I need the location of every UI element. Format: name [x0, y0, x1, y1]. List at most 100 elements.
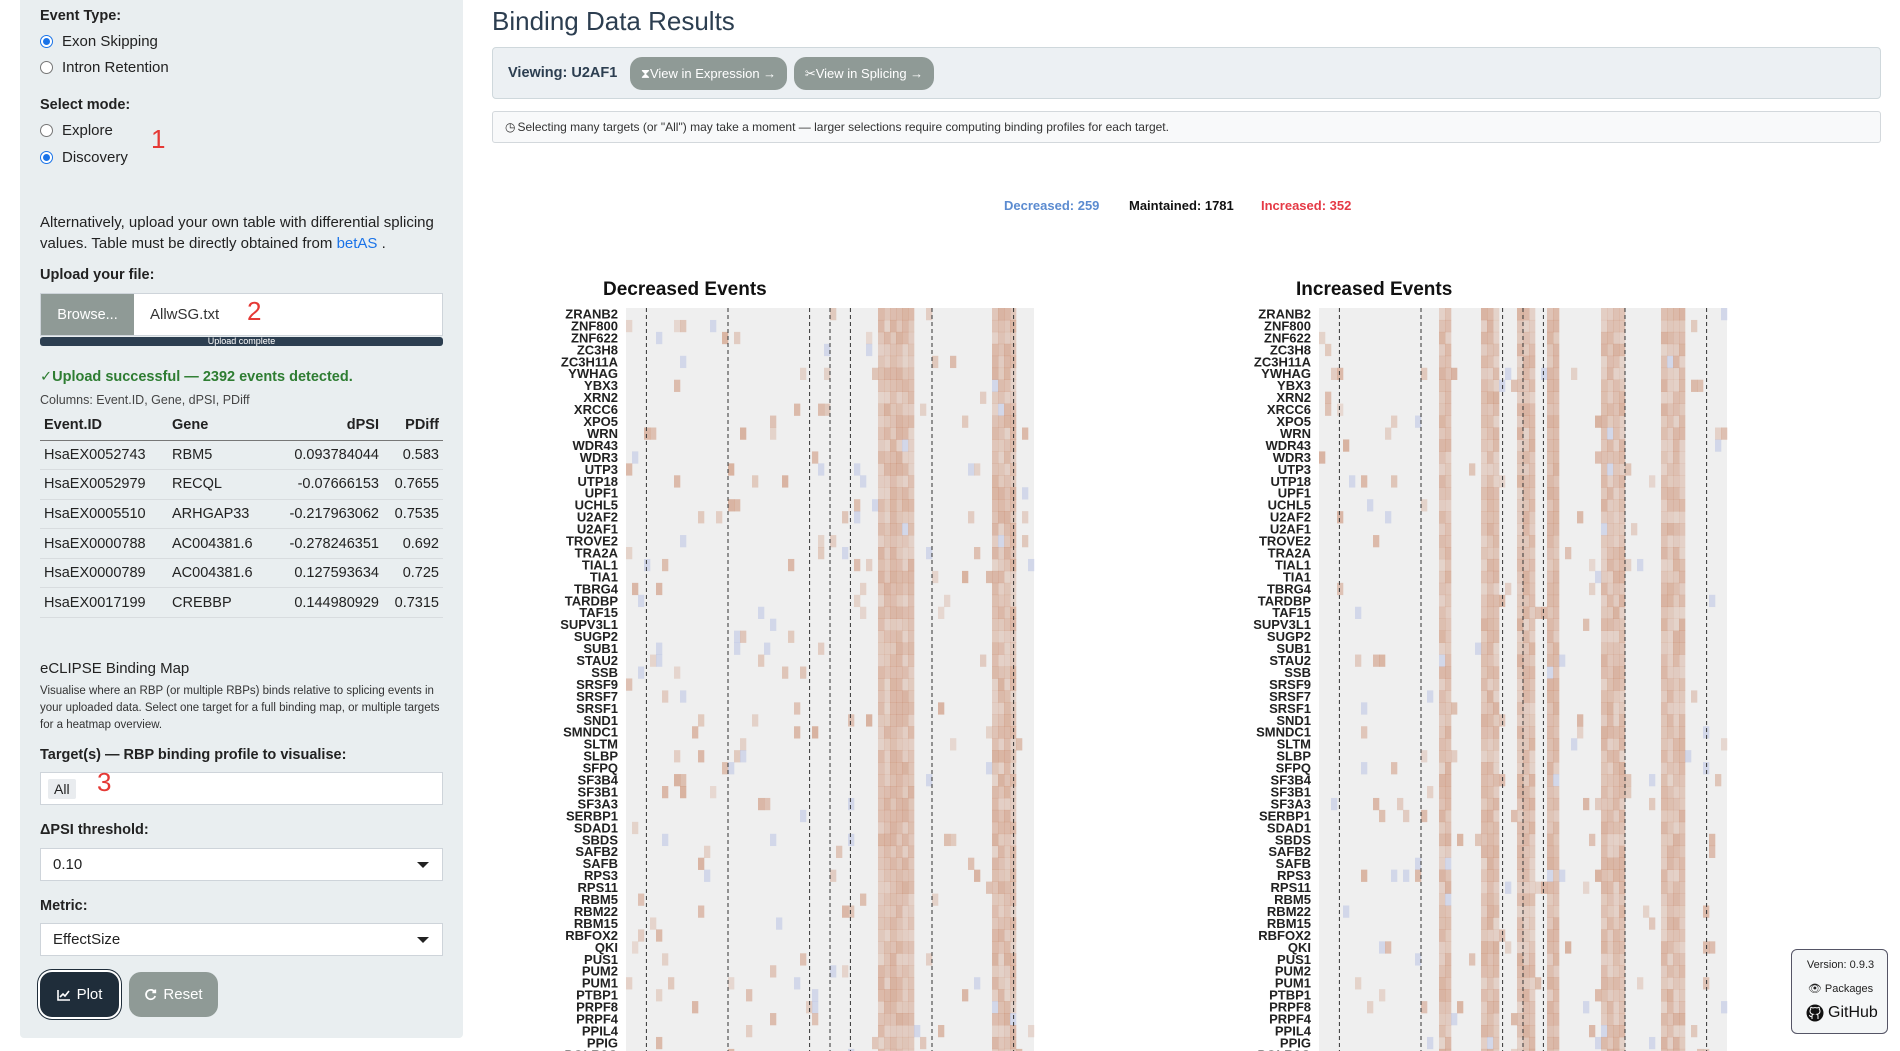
heatmap-cell	[992, 833, 999, 847]
heatmap-cell	[926, 953, 933, 966]
heatmap-cell	[1661, 762, 1668, 775]
cell: HsaEX0052743	[40, 440, 168, 471]
heatmap-cell	[1487, 1013, 1494, 1026]
heatmap-cell	[896, 1001, 903, 1014]
heatmap-cell	[872, 367, 879, 380]
heatmap-cell	[1601, 618, 1608, 631]
heatmap-cell	[1439, 654, 1446, 667]
heatmap-cell	[656, 642, 663, 655]
heatmap-cell	[1004, 762, 1011, 775]
heatmap-cell	[866, 558, 873, 572]
file-upload[interactable]: Browse... AllwSG.txt	[40, 293, 443, 336]
heatmap-cell	[1523, 893, 1530, 906]
heatmap-cell	[1679, 797, 1686, 811]
heatmap-cell	[884, 857, 891, 870]
heatmap-cell	[1601, 331, 1608, 345]
heatmap-cell	[1529, 367, 1536, 380]
heatmap-cell	[674, 774, 681, 787]
heatmap-cell	[1445, 331, 1452, 345]
heatmap-cell	[908, 355, 915, 369]
heatmap-cell	[770, 833, 777, 847]
heatmap-cell	[1613, 582, 1620, 596]
heatmap-cell	[1547, 487, 1554, 500]
heatmap-cell	[1445, 343, 1452, 357]
reset-button[interactable]: Reset	[129, 972, 218, 1017]
heatmap-cell	[1601, 547, 1608, 560]
heatmap-cell	[890, 582, 897, 596]
heatmap-cell	[1427, 1036, 1434, 1050]
heatmap-cell	[1004, 427, 1011, 440]
radio-dot-icon[interactable]	[40, 35, 53, 48]
github-link[interactable]: GitHub	[1806, 1004, 1878, 1022]
heatmap-cell	[680, 786, 687, 799]
heatmap-cell	[1529, 965, 1536, 978]
heatmap-cell	[1607, 511, 1614, 524]
heatmap-cell	[878, 690, 885, 703]
heatmap-cell	[1613, 415, 1620, 428]
heatmap-cell	[1439, 1025, 1446, 1038]
heatmap-cell	[1619, 642, 1626, 655]
packages-link[interactable]: 👁 Packages	[1792, 982, 1889, 995]
radio-dot-icon[interactable]	[40, 151, 53, 164]
heatmap-cell	[1619, 953, 1626, 966]
heatmap-cell	[1445, 750, 1452, 763]
heatmap-cell	[1607, 774, 1614, 787]
heatmap-cell	[1619, 475, 1626, 488]
plot-button[interactable]: Plot	[40, 972, 119, 1017]
heatmap-cell	[1493, 797, 1500, 811]
radio-dot-icon[interactable]	[40, 124, 53, 137]
heatmap-cell	[902, 391, 909, 404]
target-tag-all[interactable]: All	[48, 779, 76, 799]
heatmap-cell	[1493, 630, 1500, 643]
betas-link[interactable]: betAS	[337, 235, 378, 252]
heatmap-cell	[1439, 415, 1446, 428]
col-pdiff[interactable]: PDiff	[383, 411, 443, 441]
heatmap-cell	[1601, 917, 1608, 930]
heatmap-cell	[674, 666, 681, 679]
radio-explore[interactable]: Explore	[40, 122, 113, 139]
radio-discovery[interactable]: Discovery	[40, 149, 128, 166]
radio-dot-icon[interactable]	[40, 61, 53, 74]
col-event-id[interactable]: Event.ID	[40, 411, 168, 441]
heatmap-cell	[1445, 547, 1452, 560]
heatmap-cell	[1529, 977, 1536, 990]
heatmap-cell	[1481, 666, 1488, 679]
heatmap-cell	[1601, 427, 1608, 440]
metric-select[interactable]: EffectSize	[40, 923, 443, 956]
radio-intron-retention[interactable]: Intron Retention	[40, 59, 169, 76]
heatmap-cell	[1595, 570, 1602, 584]
annotation-1: 1	[151, 124, 166, 154]
heatmap-cell	[1667, 642, 1674, 655]
heatmap-cell	[1517, 391, 1524, 404]
heatmap-cell	[1481, 690, 1488, 703]
heatmap-cell	[908, 1036, 915, 1050]
heatmap-cell	[1601, 391, 1608, 404]
heatmap-cell	[1445, 570, 1452, 584]
col-dpsi[interactable]: dPSI	[268, 411, 383, 441]
heatmap-cell	[908, 726, 915, 739]
heatmap-cell	[1673, 582, 1680, 596]
col-gene[interactable]: Gene	[168, 411, 268, 441]
heatmap-cell	[1553, 642, 1560, 655]
heatmap-cell	[1679, 427, 1686, 440]
threshold-select[interactable]: 0.10	[40, 848, 443, 881]
browse-button[interactable]: Browse...	[41, 294, 134, 335]
heatmap-cell	[1439, 343, 1446, 357]
view-in-expression-button[interactable]: ⧗ View in Expression →	[630, 57, 787, 90]
heatmap-cell	[1523, 726, 1530, 739]
heatmap-cell	[998, 893, 1005, 906]
heatmap-cell	[830, 869, 837, 882]
heatmap-cell	[1493, 893, 1500, 906]
heatmap-cell	[1649, 475, 1656, 488]
heatmap-cell	[1607, 1001, 1614, 1014]
heatmap-cell	[1619, 451, 1626, 464]
heatmap-cell	[908, 535, 915, 548]
radio-exon-skipping[interactable]: Exon Skipping	[40, 33, 158, 50]
view-in-splicing-button[interactable]: ✂ View in Splicing →	[794, 57, 934, 90]
heatmap-cell	[890, 797, 897, 811]
heatmap-cell	[1601, 308, 1608, 321]
heatmap-cell	[1457, 833, 1464, 847]
heatmap-cell	[992, 726, 999, 739]
heatmap-cell	[1697, 379, 1704, 392]
heatmap-cell	[896, 666, 903, 679]
